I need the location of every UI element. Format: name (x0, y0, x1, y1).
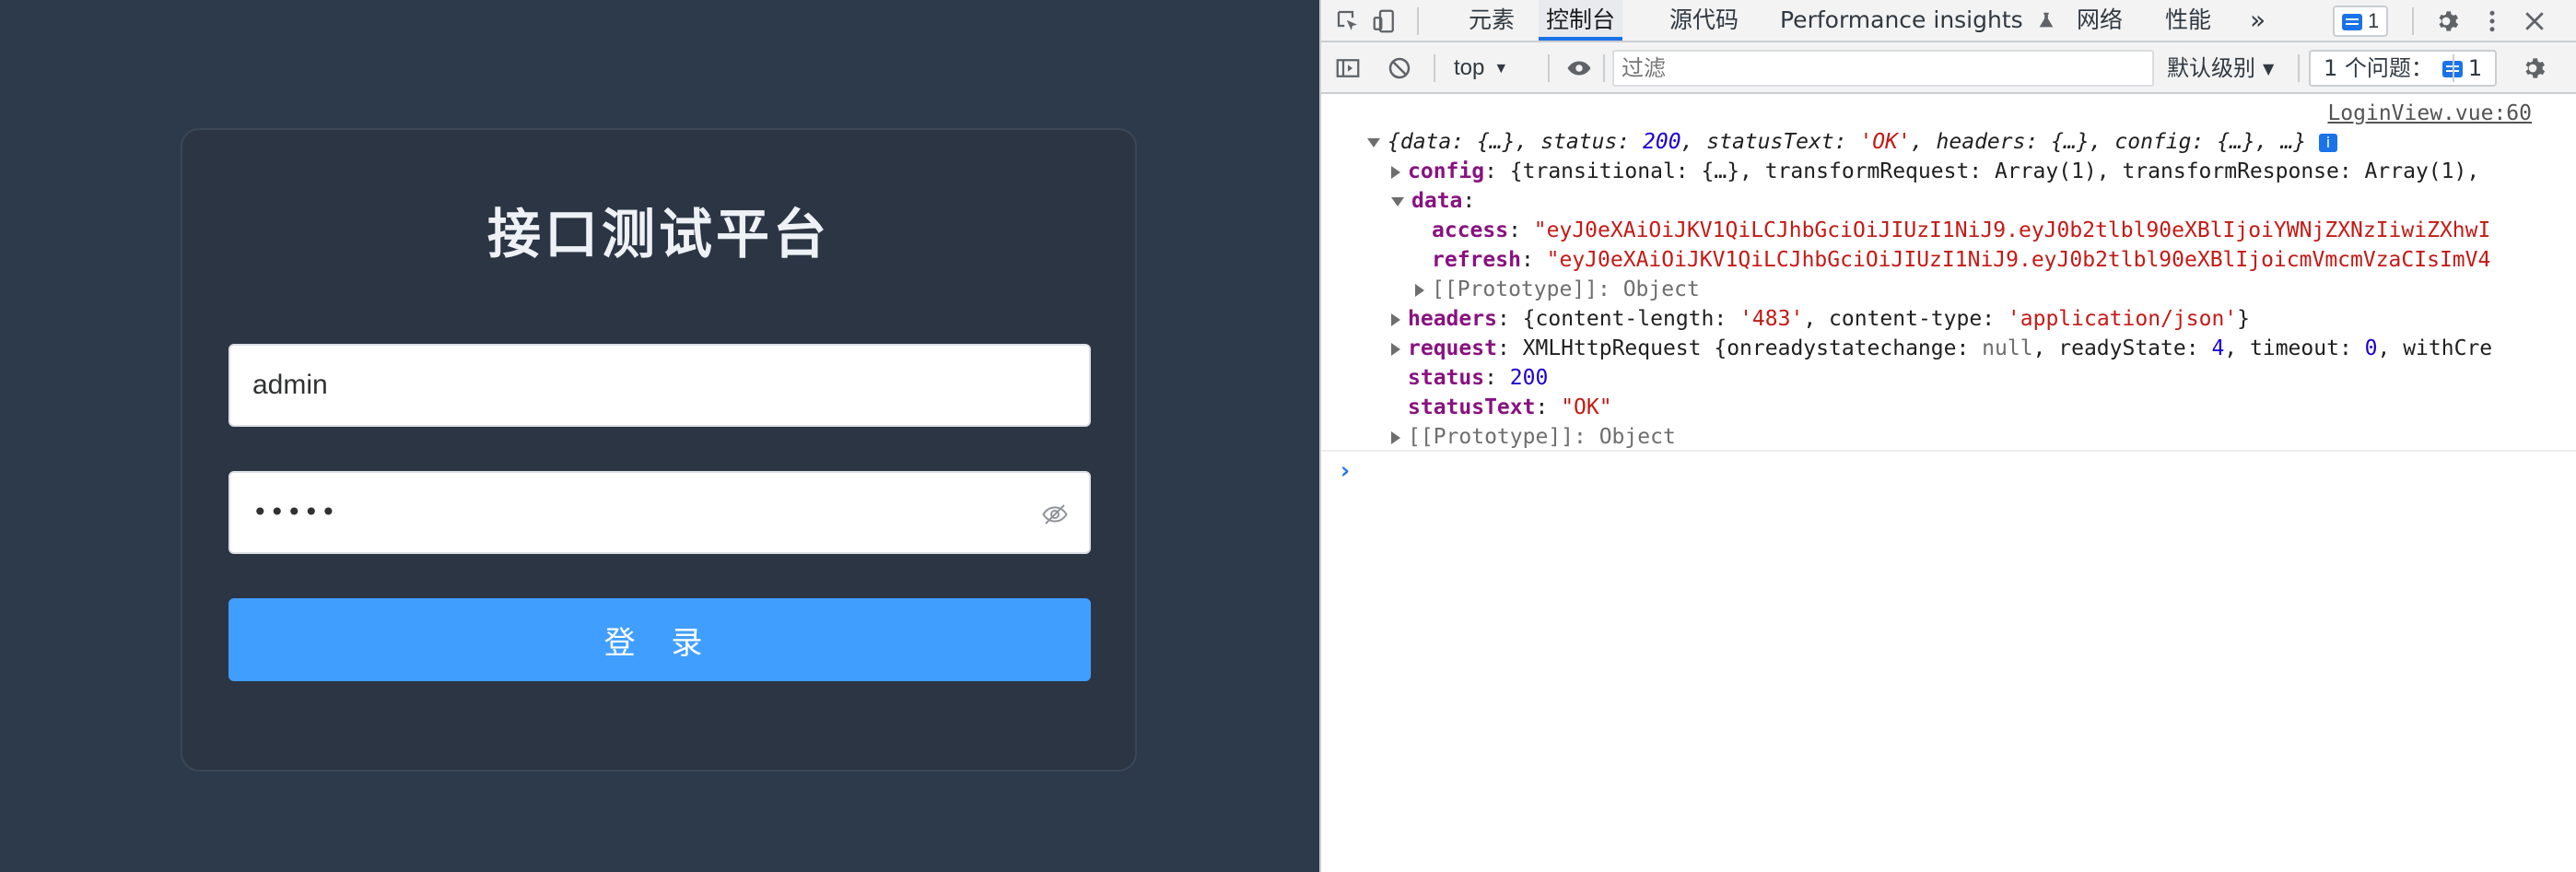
tab-elements[interactable]: 元素 (1461, 0, 1522, 41)
log-level-value: 默认级别 (2167, 55, 2255, 81)
log-entry-headers[interactable]: headers: {content-length: '483', content… (1391, 304, 2250, 334)
console-toolbar: top ▼ 默认级别 ▼ 1 个问题： 1 (1321, 42, 2576, 94)
context-selector[interactable]: top ▼ (1454, 54, 1508, 82)
message-icon (2342, 14, 2362, 31)
log-entry-config[interactable]: config: {transitional: {…}, transformReq… (1391, 157, 2570, 186)
log-entry-summary[interactable]: {data: {…}, status: 200, statusText: 'OK… (1367, 127, 2338, 157)
eye-icon[interactable] (1563, 54, 1596, 82)
toolbar-divider (1603, 54, 1605, 82)
toolbar-divider (2453, 54, 2454, 82)
console-divider (1321, 450, 2576, 452)
tab-performance[interactable]: 性能 (2158, 0, 2219, 41)
eye-off-icon[interactable] (1041, 501, 1069, 528)
kebab-menu-icon[interactable] (2478, 7, 2506, 35)
filter-input[interactable] (1614, 52, 2152, 85)
expand-triangle-icon[interactable] (1391, 312, 1400, 326)
login-page: 接口测试平台 ••••• 登 录 (0, 0, 1319, 872)
tab-network[interactable]: 网络 (2069, 0, 2130, 41)
chevron-down-icon: ▼ (2263, 60, 2275, 77)
tab-performance-insights[interactable]: Performance insights (1773, 0, 2064, 41)
sidebar-toggle-icon[interactable] (1334, 54, 1362, 82)
login-button[interactable]: 登 录 (228, 598, 1091, 681)
context-value: top (1454, 55, 1485, 80)
device-toolbar-icon[interactable] (1371, 7, 1399, 35)
flask-icon (2039, 12, 2053, 28)
log-entry-prototype-inner[interactable]: [[Prototype]]: Object (1415, 275, 1700, 304)
message-count-badge[interactable]: 1 (2333, 6, 2389, 37)
issues-label: 1 个问题： (2324, 55, 2433, 81)
chevron-down-icon: ▼ (1493, 61, 1509, 77)
tabbar-divider (2412, 7, 2414, 35)
login-title: 接口测试平台 (486, 203, 830, 265)
expand-triangle-icon[interactable] (1391, 430, 1400, 444)
log-entry-access: access: "eyJ0eXAiOiJKV1QiLCJhbGciOiJIUzI… (1432, 218, 2491, 242)
log-entry-refresh: refresh: "eyJ0eXAiOiJKV1QiLCJhbGciOiJIUz… (1432, 248, 2491, 272)
log-entry-statustext: statusText: "OK" (1408, 395, 1612, 419)
close-icon[interactable] (2521, 7, 2548, 35)
log-entry-prototype-outer[interactable]: [[Prototype]]: Object (1391, 422, 1676, 452)
log-entry-status: status: 200 (1408, 366, 1549, 390)
log-entry-data[interactable]: data: (1391, 186, 1475, 216)
tab-performance-insights-label: Performance insights (1780, 6, 2023, 33)
gear-icon[interactable] (2432, 7, 2460, 35)
inspect-element-icon[interactable] (1334, 7, 1362, 35)
password-field[interactable]: ••••• (228, 471, 1091, 554)
tabbar-divider (1417, 7, 1419, 35)
password-input[interactable]: ••••• (252, 497, 338, 527)
devtools-panel: 元素 控制台 源代码 Performance insights 网络 性能 » … (1319, 0, 2576, 872)
devtools-tabbar: 元素 控制台 源代码 Performance insights 网络 性能 » … (1321, 0, 2576, 42)
console-settings-icon[interactable] (2519, 54, 2547, 82)
toolbar-divider (2298, 54, 2300, 82)
expand-triangle-icon[interactable] (1415, 283, 1424, 297)
tab-console[interactable]: 控制台 (1539, 0, 1623, 41)
username-input[interactable] (230, 346, 1089, 425)
issues-button[interactable]: 1 个问题： 1 (2309, 50, 2498, 87)
console-prompt[interactable]: › (1338, 457, 1352, 485)
clear-console-icon[interactable] (1386, 54, 1413, 82)
login-card: 接口测试平台 ••••• 登 录 (181, 128, 1137, 772)
username-field[interactable] (228, 344, 1091, 427)
filter-field[interactable] (1612, 50, 2154, 87)
more-tabs-button[interactable]: » (2242, 0, 2273, 41)
expand-triangle-icon[interactable] (1391, 196, 1404, 206)
expand-triangle-icon[interactable] (1391, 342, 1400, 356)
console-output: LoginView.vue:60 {data: {…}, status: 200… (1321, 96, 2576, 872)
expand-triangle-icon[interactable] (1367, 137, 1380, 147)
toolbar-divider (1434, 54, 1435, 82)
info-icon[interactable]: i (2319, 133, 2338, 152)
log-entry-request[interactable]: request: XMLHttpRequest {onreadystatecha… (1391, 334, 2570, 363)
message-count: 1 (2368, 9, 2380, 32)
log-level-selector[interactable]: 默认级别 ▼ (2167, 54, 2274, 82)
tab-sources[interactable]: 源代码 (1662, 0, 1746, 41)
issues-count: 1 (2467, 55, 2483, 81)
source-link[interactable]: LoginView.vue:60 (2327, 101, 2532, 125)
expand-triangle-icon[interactable] (1391, 165, 1400, 179)
toolbar-divider (1548, 54, 1550, 82)
